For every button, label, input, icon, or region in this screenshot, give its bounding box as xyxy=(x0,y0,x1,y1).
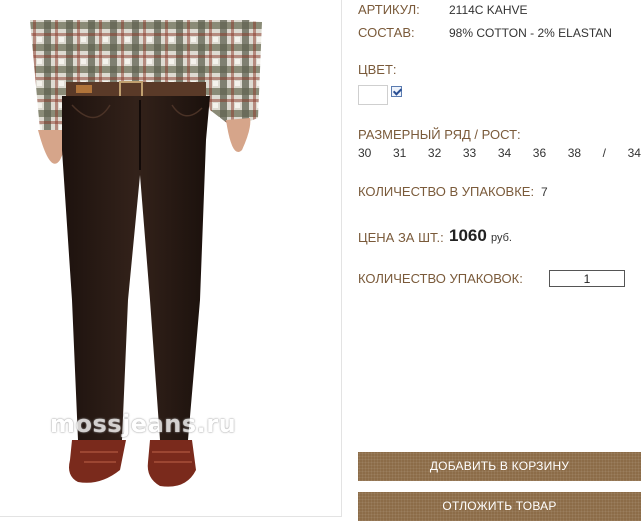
composition-label: СОСТАВ: xyxy=(358,25,415,40)
color-label: ЦВЕТ: xyxy=(358,62,397,77)
color-swatch[interactable] xyxy=(358,85,388,105)
height-item: 34 xyxy=(627,146,641,160)
packs-count-label: КОЛИЧЕСТВО УПАКОВОК: xyxy=(358,271,523,286)
color-checkbox[interactable] xyxy=(391,86,402,97)
pack-quantity-label: КОЛИЧЕСТВО В УПАКОВКЕ: xyxy=(358,184,535,199)
price-label: ЦЕНА ЗА ШТ.: xyxy=(358,230,444,245)
size-separator: / xyxy=(602,146,607,160)
packs-count-input[interactable] xyxy=(549,270,625,287)
size-item: 31 xyxy=(392,146,407,160)
pack-quantity-value: 7 xyxy=(541,185,548,199)
price-value: 1060 xyxy=(449,226,487,245)
article-value: 2114C KAHVE xyxy=(449,3,528,17)
size-item: 33 xyxy=(462,146,477,160)
size-item: 32 xyxy=(427,146,442,160)
postpone-item-button[interactable]: ОТЛОЖИТЬ ТОВАР xyxy=(358,492,641,521)
product-photo[interactable]: mossjeans.ru xyxy=(0,0,342,517)
jeans-image xyxy=(30,20,262,487)
size-item: 38 xyxy=(567,146,582,160)
composition-value: 98% COTTON - 2% ELASTAN xyxy=(449,26,612,40)
price-currency: руб. xyxy=(491,232,512,244)
size-item: 36 xyxy=(532,146,547,160)
size-range-list: 30 31 32 33 34 36 38 / 34 xyxy=(358,146,641,160)
size-range-label: РАЗМЕРНЫЙ РЯД / РОСТ: xyxy=(358,127,521,142)
size-item: 30 xyxy=(358,146,372,160)
add-to-cart-button[interactable]: ДОБАВИТЬ В КОРЗИНУ xyxy=(358,452,641,481)
size-item: 34 xyxy=(497,146,512,160)
article-label: АРТИКУЛ: xyxy=(358,2,420,17)
watermark-logo: mossjeans.ru xyxy=(50,410,237,438)
